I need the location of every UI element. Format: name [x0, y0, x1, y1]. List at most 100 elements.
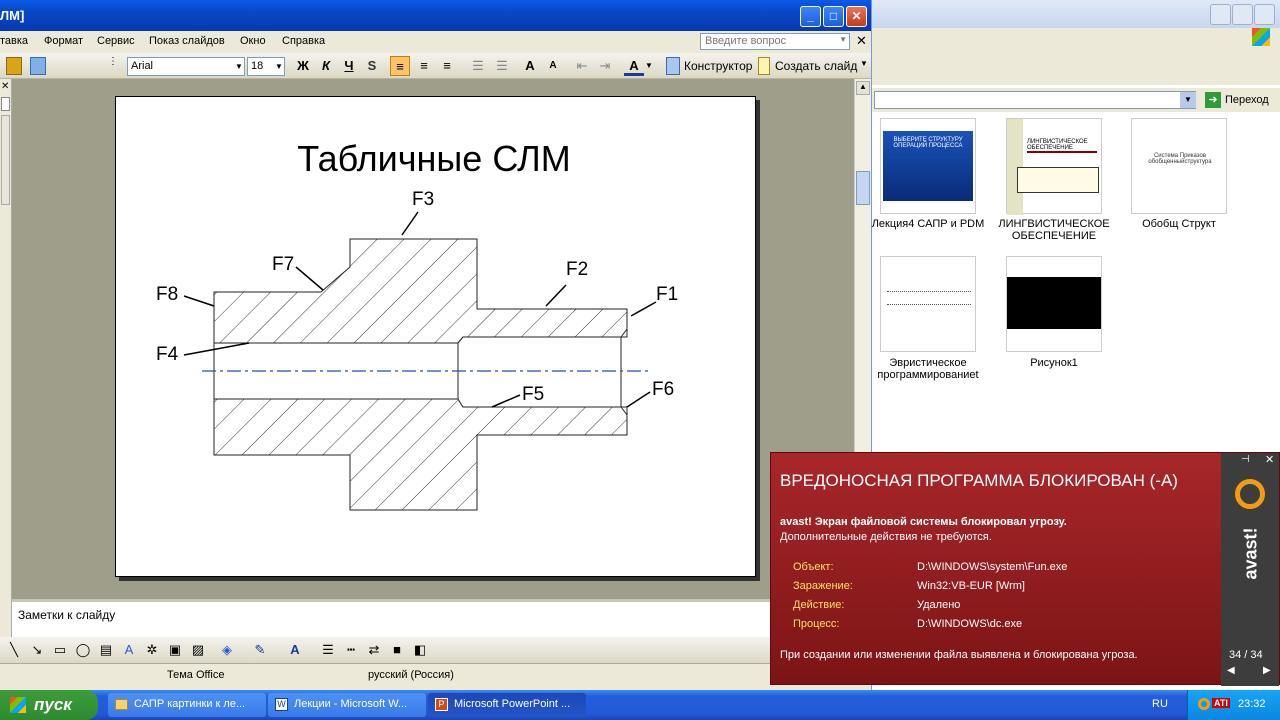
- close-button[interactable]: [1254, 4, 1275, 25]
- go-button[interactable]: Переход: [1225, 94, 1269, 106]
- thumb-generalized[interactable]: Система Приказов обобщенныйструктура: [1131, 118, 1227, 214]
- alert-heading: ВРЕДОНОСНАЯ ПРОГРАММА БЛОКИРОВАН (-А): [780, 471, 1178, 490]
- thumb-lecture4-text: ВЫБЕРИТЕ СТРУКТУРУ ОПЕРАЦИЙ ПРОЦЕССА: [883, 131, 973, 201]
- scroll-up-icon[interactable]: ▲: [856, 81, 870, 95]
- file-label[interactable]: ЛИНГВИСТИЧЕСКОЕ ОБЕСПЕЧЕНИЕ: [989, 218, 1119, 242]
- menu-format[interactable]: Формат: [44, 35, 83, 47]
- textbox-icon[interactable]: ▤: [96, 640, 116, 660]
- menu-window[interactable]: Окно: [240, 35, 266, 47]
- task-powerpoint[interactable]: P Microsoft PowerPoint ...: [428, 693, 586, 717]
- leader-f2: [545, 284, 567, 307]
- align-left-button[interactable]: ≡: [390, 56, 410, 76]
- pin-icon[interactable]: ⊣: [1241, 454, 1250, 465]
- scroll-thumb[interactable]: [856, 171, 870, 205]
- menu-slideshow[interactable]: Показ слайдов: [149, 35, 225, 47]
- research-icon[interactable]: [6, 57, 22, 75]
- start-button[interactable]: пуск: [0, 690, 98, 720]
- task-word[interactable]: W Лекции - Microsoft W...: [268, 693, 426, 717]
- chevron-down-icon[interactable]: ▼: [274, 58, 284, 75]
- close-icon[interactable]: ✕: [1, 81, 9, 92]
- underline-button[interactable]: Ч: [339, 56, 359, 76]
- font-size-select[interactable]: 18 ▼: [247, 57, 285, 76]
- chevron-down-icon[interactable]: ▼: [234, 58, 244, 75]
- menu-insert[interactable]: тавка: [0, 35, 28, 47]
- slides-pane-rail[interactable]: ✕: [0, 79, 12, 639]
- chevron-down-icon[interactable]: ▼: [644, 56, 654, 76]
- go-arrow-icon[interactable]: ➜: [1205, 92, 1221, 108]
- file-label[interactable]: Рисунок1: [989, 357, 1119, 369]
- decrease-font-icon[interactable]: A: [543, 56, 563, 76]
- thumb-heuristic[interactable]: [880, 256, 976, 352]
- shadow-button[interactable]: S: [362, 56, 382, 76]
- increase-font-icon[interactable]: A: [520, 56, 540, 76]
- thumb-lecture4[interactable]: ВЫБЕРИТЕ СТРУКТУРУ ОПЕРАЦИЙ ПРОЦЕССА: [880, 118, 976, 214]
- numbering-icon[interactable]: ☰: [468, 56, 488, 76]
- clock[interactable]: 23:32: [1238, 698, 1266, 710]
- clipart-icon[interactable]: ▣: [165, 640, 185, 660]
- help-search-input[interactable]: Введите вопрос ▼: [700, 33, 850, 50]
- toolbar-grip-icon[interactable]: ⋮: [108, 57, 118, 75]
- maximize-button[interactable]: □: [823, 6, 844, 27]
- drawing-toolbar: ╲ ↘ ▭ ◯ ▤ A ✲ ▣ ▨ ◈ ✎ A ☰ ┅ ⇄ ■ ◧: [0, 637, 871, 663]
- increase-indent-icon[interactable]: ⇥: [595, 56, 615, 76]
- chevron-down-icon[interactable]: ▼: [1180, 92, 1196, 108]
- arrow-style-icon[interactable]: ⇄: [364, 640, 384, 660]
- fill-color-icon[interactable]: ◈: [217, 640, 237, 660]
- bullets-icon[interactable]: ☰: [492, 56, 512, 76]
- rectangle-icon[interactable]: ▭: [50, 640, 70, 660]
- prev-arrow-icon[interactable]: ◀: [1227, 665, 1235, 676]
- line-style-icon[interactable]: ☰: [318, 640, 338, 660]
- menu-tools[interactable]: Сервис: [97, 35, 135, 47]
- avast-alert-popup[interactable]: ВРЕДОНОСНАЯ ПРОГРАММА БЛОКИРОВАН (-А) av…: [770, 452, 1280, 686]
- title-bar[interactable]: ЛМ] _ □ ✕: [0, 0, 871, 31]
- notes-pane[interactable]: Заметки к слайду: [12, 599, 871, 637]
- thumb-linguistic[interactable]: ЛИНГВИСТИЧЕСКОЕ ОБЕСПЕЧЕНИЕ: [1006, 118, 1102, 215]
- file-label[interactable]: Эвристическое программированиеt: [863, 357, 993, 381]
- oval-icon[interactable]: ◯: [73, 640, 93, 660]
- new-slide-icon[interactable]: [758, 57, 770, 75]
- ati-tray-icon[interactable]: ATI: [1212, 698, 1230, 708]
- line-color-icon[interactable]: ✎: [250, 640, 270, 660]
- arrow-icon[interactable]: ↘: [27, 640, 47, 660]
- close-icon[interactable]: ✕: [1265, 453, 1274, 466]
- dash-style-icon[interactable]: ┅: [341, 640, 361, 660]
- language-indicator[interactable]: RU: [1152, 698, 1168, 710]
- align-right-button[interactable]: ≡: [437, 56, 457, 76]
- table-icon[interactable]: [30, 57, 46, 75]
- next-arrow-icon[interactable]: ▶: [1263, 665, 1271, 676]
- minimize-button[interactable]: _: [800, 6, 821, 27]
- file-label[interactable]: Обобщ Структ: [1114, 218, 1244, 230]
- close-button[interactable]: ✕: [846, 6, 867, 27]
- file-label[interactable]: Лекция4 САПР и PDM: [863, 218, 993, 230]
- wordart-icon[interactable]: A: [119, 640, 139, 660]
- menu-help[interactable]: Справка: [282, 35, 325, 47]
- align-center-button[interactable]: ≡: [414, 56, 434, 76]
- font-color-icon[interactable]: A: [624, 56, 644, 76]
- thumb-picture1[interactable]: [1006, 256, 1102, 352]
- avast-tray-icon[interactable]: [1198, 698, 1210, 710]
- minimize-button[interactable]: [1210, 4, 1231, 25]
- new-slide-button[interactable]: Создать слайд: [775, 59, 857, 77]
- shadow-style-icon[interactable]: ■: [387, 640, 407, 660]
- close-doc-icon[interactable]: ✕: [856, 33, 867, 49]
- line-icon[interactable]: ╲: [4, 640, 24, 660]
- diagram-icon[interactable]: ✲: [142, 640, 162, 660]
- maximize-button[interactable]: [1232, 4, 1253, 25]
- design-icon[interactable]: [666, 57, 680, 75]
- task-sapr-folder[interactable]: САПР картинки к ле...: [108, 693, 266, 717]
- decrease-indent-icon[interactable]: ⇤: [572, 56, 592, 76]
- scroll-up-icon[interactable]: [1, 97, 10, 111]
- explorer-title-bar[interactable]: [872, 0, 1280, 28]
- font-name-select[interactable]: Arial ▼: [127, 57, 245, 76]
- picture-icon[interactable]: ▨: [188, 640, 208, 660]
- address-input[interactable]: [874, 91, 1196, 109]
- toolbar-options-icon[interactable]: ▼: [860, 59, 868, 77]
- bold-button[interactable]: Ж: [293, 56, 313, 76]
- scroll-thumb[interactable]: [1, 115, 10, 205]
- font-color-icon[interactable]: A: [285, 640, 305, 660]
- constructor-button[interactable]: Конструктор: [684, 59, 752, 77]
- 3d-style-icon[interactable]: ◧: [410, 640, 430, 660]
- slide[interactable]: Табличные СЛМ F3 F7 F8 F4 F2 F1 F5 F6: [115, 96, 756, 577]
- italic-button[interactable]: К: [316, 56, 336, 76]
- chevron-down-icon[interactable]: ▼: [839, 35, 847, 44]
